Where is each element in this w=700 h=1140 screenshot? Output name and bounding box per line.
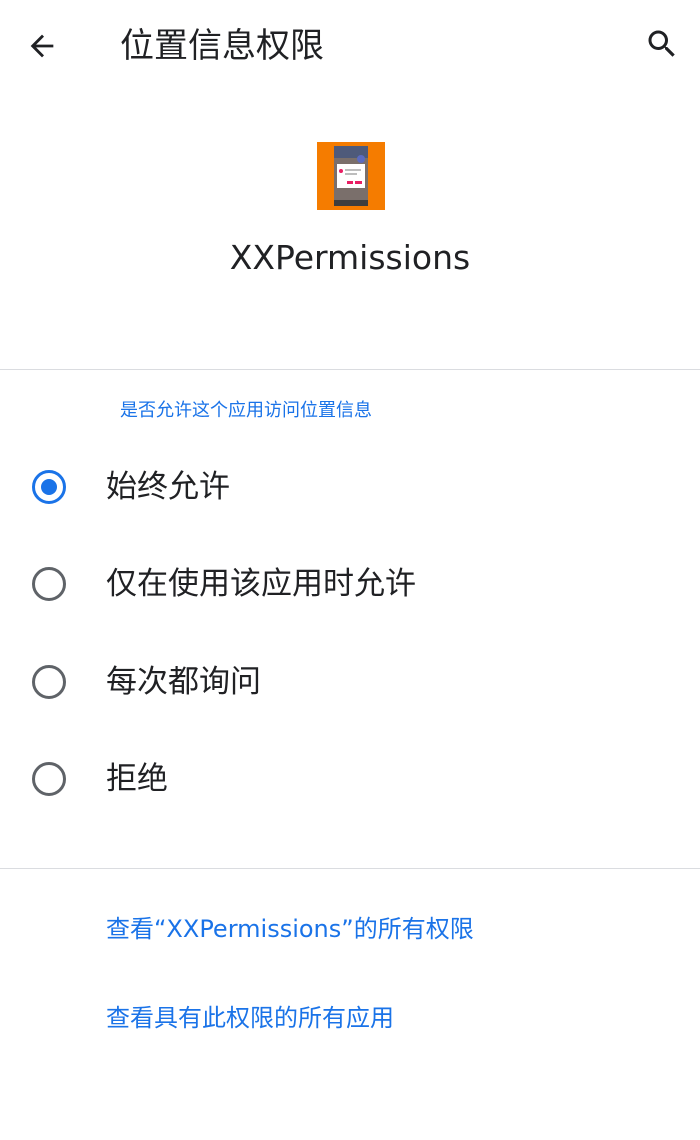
app-icon xyxy=(317,142,385,210)
option-always-allow[interactable]: 始终允许 xyxy=(0,442,700,532)
back-button[interactable] xyxy=(18,22,66,70)
search-button[interactable] xyxy=(638,20,686,68)
option-label: 仅在使用该应用时允许 xyxy=(106,566,416,602)
radio-button[interactable] xyxy=(32,762,66,796)
permission-prompt: 是否允许这个应用访问位置信息 xyxy=(120,400,372,421)
page-title: 位置信息权限 xyxy=(120,26,324,66)
radio-button[interactable] xyxy=(32,567,66,601)
app-name: XXPermissions xyxy=(229,238,471,277)
option-label: 每次都询问 xyxy=(106,664,261,700)
top-app-bar: 位置信息权限 xyxy=(0,0,700,92)
search-icon xyxy=(648,30,675,57)
option-deny[interactable]: 拒绝 xyxy=(0,734,700,824)
view-all-apps-with-permission-link[interactable]: 查看具有此权限的所有应用 xyxy=(106,1001,394,1035)
view-all-app-permissions-link[interactable]: 查看“XXPermissions”的所有权限 xyxy=(106,912,474,946)
arrow-back-icon xyxy=(30,34,54,58)
radio-button-checked[interactable] xyxy=(32,470,66,504)
option-allow-while-in-use[interactable]: 仅在使用该应用时允许 xyxy=(0,539,700,629)
radio-button[interactable] xyxy=(32,665,66,699)
option-ask-every-time[interactable]: 每次都询问 xyxy=(0,637,700,727)
option-label: 始终允许 xyxy=(106,469,230,505)
divider xyxy=(0,369,700,370)
divider xyxy=(0,868,700,869)
option-label: 拒绝 xyxy=(106,761,168,797)
